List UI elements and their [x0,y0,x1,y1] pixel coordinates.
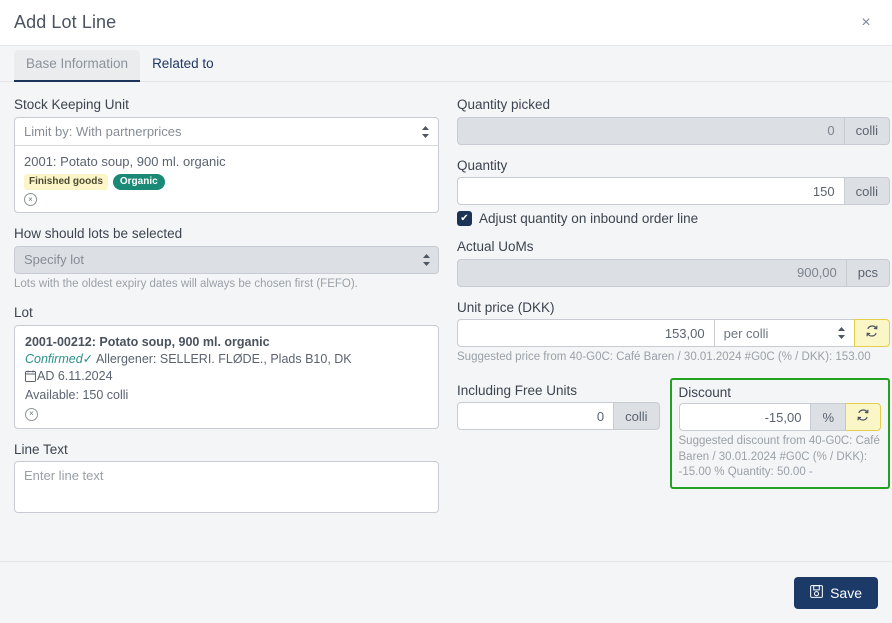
save-button-label: Save [830,585,862,601]
lot-selection-select-wrap: Specify lot [14,246,439,274]
page-title: Add Lot Line [14,12,116,33]
save-icon [810,585,823,601]
tab-bar: Base Information Related to [0,46,892,82]
dialog-body: Stock Keeping Unit Limit by: With partne… [0,82,892,561]
quantity-input[interactable] [457,177,844,205]
adjust-quantity-row: ✔ Adjust quantity on inbound order line [457,211,890,226]
field-unit-price: Unit price (DKK) per colli [457,299,890,366]
remove-lot-icon[interactable]: × [25,408,38,421]
refresh-icon [865,324,879,343]
stock-keeping-unit-label: Stock Keeping Unit [14,96,439,114]
unit-price-input[interactable] [457,319,714,347]
adjust-quantity-label: Adjust quantity on inbound order line [479,211,698,226]
unit-price-refresh-button[interactable] [854,319,890,347]
remove-sku-icon[interactable]: × [24,193,37,206]
quantity-unit: colli [844,177,890,205]
lot-available: Available: 150 colli [25,387,428,404]
field-line-text: Line Text [14,441,439,514]
free-units-group: colli [457,402,660,430]
actual-uoms-unit: pcs [846,259,890,287]
dialog-footer: Save [0,561,892,623]
status-badge: Finished goods [24,174,108,190]
quantity-picked-unit: colli [844,117,890,145]
field-lot: Lot 2001-00212: Potato soup, 900 ml. org… [14,304,439,429]
field-quantity-picked: Quantity picked colli [457,96,890,145]
sku-selected-token: 2001: Potato soup, 900 ml. organic Finis… [15,146,438,213]
field-actual-uoms: Actual UoMs pcs [457,238,890,287]
sku-select-wrap: Limit by: With partnerprices [15,118,438,146]
chevron-updown-icon [837,326,846,340]
actual-uoms-input[interactable] [457,259,846,287]
tab-base-information[interactable]: Base Information [14,50,140,81]
discount-input[interactable] [679,403,811,431]
unit-price-per-value: per colli [724,326,769,341]
free-units-input[interactable] [457,402,613,430]
status-badge: Organic [113,174,165,190]
sku-selected-name: 2001: Potato soup, 900 ml. organic [24,153,429,171]
lot-selection-label: How should lots be selected [14,225,439,243]
field-quantity: Quantity colli ✔ Adjust quantity on inbo… [457,157,890,227]
quantity-group: colli [457,177,890,205]
calendar-icon [25,370,36,387]
discount-unit: % [810,403,845,431]
sku-badges: Finished goods Organic [24,174,429,190]
lot-name: 2001-00212: Potato soup, 900 ml. organic [25,334,428,351]
close-icon[interactable]: × [854,11,878,35]
check-icon: ✓ [83,352,93,366]
free-units-label: Including Free Units [457,382,660,400]
unit-price-help: Suggested price from 40-G0C: Café Baren … [457,350,890,366]
field-discount: Discount % [670,378,891,489]
save-button[interactable]: Save [794,577,878,609]
sku-filter-select[interactable]: Limit by: With partnerprices [15,118,438,146]
lot-selected-token: 2001-00212: Potato soup, 900 ml. organic… [14,325,439,429]
field-including-free-units: Including Free Units colli [457,378,660,431]
lot-date-line: AD 6.11.2024 [25,368,428,387]
lot-status-line: Confirmed✓ Allergener: SELLERI. FLØDE., … [25,351,428,368]
field-stock-keeping-unit: Stock Keeping Unit Limit by: With partne… [14,96,439,213]
discount-label: Discount [679,384,882,402]
actual-uoms-label: Actual UoMs [457,238,890,256]
lot-allergens: Allergener: SELLERI. FLØDE., Plads B10, … [96,352,352,366]
free-units-unit: colli [613,402,659,430]
refresh-icon [856,408,870,427]
quantity-label: Quantity [457,157,890,175]
add-lot-line-dialog: Add Lot Line × Base Information Related … [0,0,892,623]
lot-selection-select[interactable]: Specify lot [14,246,439,274]
left-column: Stock Keeping Unit Limit by: With partne… [14,96,439,561]
lot-selection-help: Lots with the oldest expiry dates will a… [14,277,439,293]
line-text-input[interactable] [14,461,439,513]
right-column: Quantity picked colli Quantity colli ✔ A… [457,96,890,561]
free-units-discount-row: Including Free Units colli Discount % [457,378,890,489]
discount-help: Suggested discount from 40-G0C: Café Bar… [679,434,882,481]
quantity-picked-label: Quantity picked [457,96,890,114]
unit-price-per-select[interactable]: per colli [714,319,854,347]
discount-group: % [679,403,882,431]
unit-price-label: Unit price (DKK) [457,299,890,317]
unit-price-group: per colli [457,319,890,347]
lot-date: AD 6.11.2024 [37,369,113,383]
lot-status: Confirmed [25,352,83,366]
stock-keeping-unit-group: Limit by: With partnerprices 2001: Potat… [14,117,439,214]
field-lot-selection-mode: How should lots be selected Specify lot … [14,225,439,292]
tab-related-to[interactable]: Related to [140,50,226,81]
dialog-header: Add Lot Line × [0,0,892,46]
adjust-quantity-checkbox[interactable]: ✔ [457,211,472,226]
quantity-picked-group: colli [457,117,890,145]
line-text-label: Line Text [14,441,439,459]
lot-label: Lot [14,304,439,322]
actual-uoms-group: pcs [457,259,890,287]
discount-refresh-button[interactable] [845,403,881,431]
quantity-picked-input[interactable] [457,117,844,145]
